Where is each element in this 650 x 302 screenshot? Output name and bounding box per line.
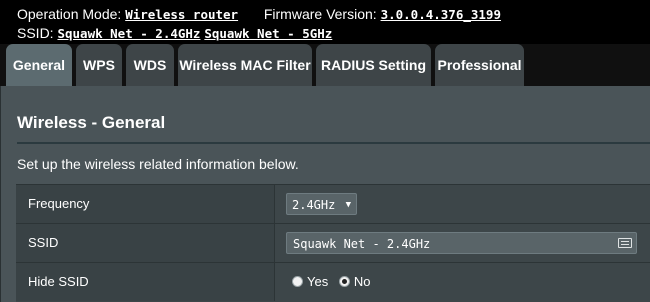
hide-ssid-row: Hide SSID Yes No: [16, 262, 650, 301]
section-description: Set up the wireless related information …: [17, 156, 299, 172]
tab-professional[interactable]: Professional: [435, 44, 524, 86]
hide-ssid-label: Hide SSID: [16, 263, 275, 301]
hide-ssid-yes-radio[interactable]: [292, 276, 303, 287]
frequency-row: Frequency 2.4GHz ▼: [16, 184, 650, 223]
tab-wireless-mac-filter[interactable]: Wireless MAC Filter: [178, 44, 312, 86]
ssid-5ghz-link[interactable]: Squawk Net - 5GHz: [204, 26, 332, 41]
status-bar: Operation Mode: Wireless router Firmware…: [0, 0, 650, 44]
ssid-row: SSID Squawk Net - 2.4GHz: [16, 223, 650, 262]
hide-ssid-no-label[interactable]: No: [354, 274, 371, 289]
frequency-select-value: 2.4GHz: [292, 198, 336, 212]
hide-ssid-no-radio[interactable]: [338, 276, 350, 287]
operation-mode-link[interactable]: Wireless router: [125, 7, 238, 22]
ssid-input-value: Squawk Net - 2.4GHz: [293, 237, 431, 251]
ssid-input[interactable]: Squawk Net - 2.4GHz: [286, 232, 637, 254]
tab-wds[interactable]: WDS: [126, 44, 174, 86]
operation-firmware-line: Operation Mode: Wireless router Firmware…: [17, 6, 501, 23]
keyboard-icon[interactable]: [618, 238, 632, 248]
tab-radius-setting[interactable]: RADIUS Setting: [316, 44, 431, 86]
hide-ssid-radio-group: Yes No: [292, 274, 377, 289]
tab-wps[interactable]: WPS: [76, 44, 122, 86]
settings-form: Frequency 2.4GHz ▼ SSID Squawk Net - 2.4…: [16, 184, 650, 302]
ssid-label: SSID:: [17, 25, 54, 41]
dropdown-arrow-icon: ▼: [345, 200, 351, 210]
operation-mode-label: Operation Mode:: [17, 6, 122, 22]
firmware-label: Firmware Version:: [263, 6, 377, 22]
tab-bar: General WPS WDS Wireless MAC Filter RADI…: [0, 44, 650, 86]
ssid-line: SSID: Squawk Net - 2.4GHz Squawk Net - 5…: [17, 25, 332, 42]
tab-general[interactable]: General: [6, 44, 72, 86]
ssid-24ghz-link[interactable]: Squawk Net - 2.4GHz: [57, 26, 200, 41]
ssid-field-label: SSID: [16, 224, 275, 262]
section-title: Wireless - General: [17, 113, 166, 132]
hide-ssid-yes-label[interactable]: Yes: [307, 274, 328, 289]
frequency-label: Frequency: [16, 185, 275, 223]
section-divider: [17, 142, 650, 144]
frequency-select[interactable]: 2.4GHz ▼: [286, 193, 357, 215]
firmware-version-link[interactable]: 3.0.0.4.376_3199: [381, 7, 501, 22]
